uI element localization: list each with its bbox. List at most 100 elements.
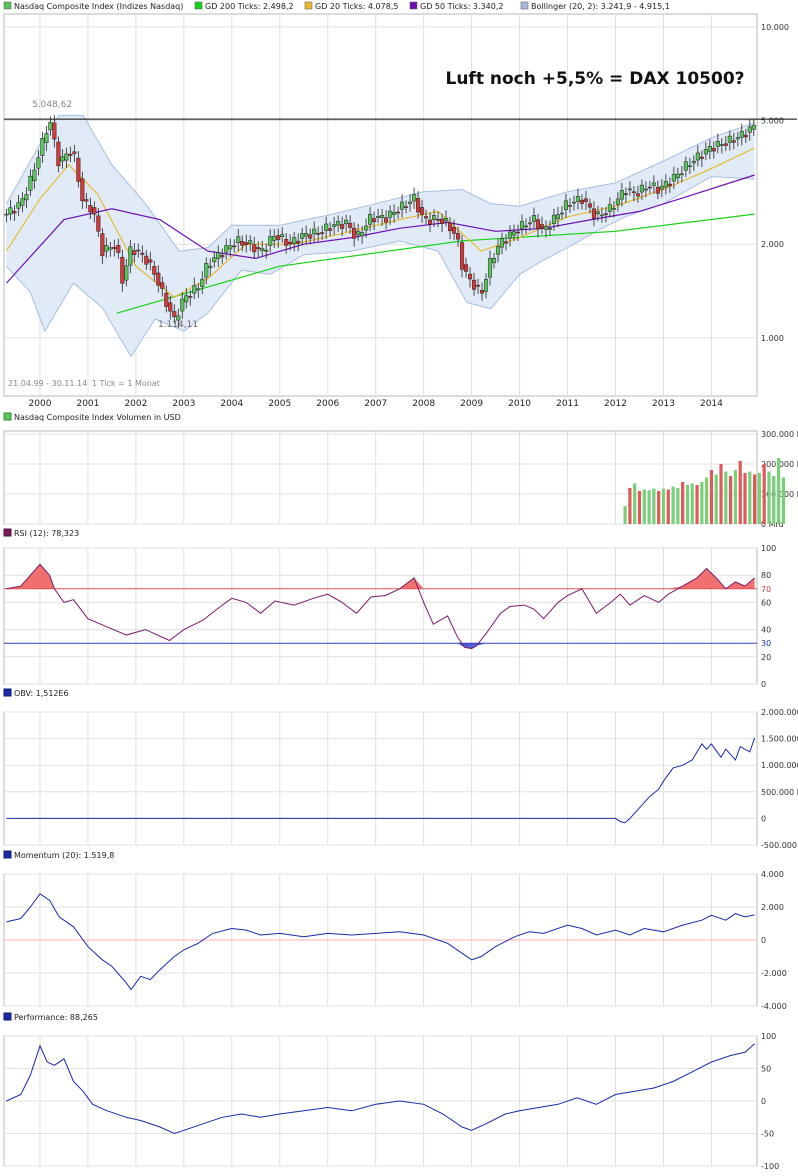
candle-body [72, 151, 77, 154]
candle-body [539, 224, 545, 229]
legend-label: Nasdaq Composite Index (Indizes Nasdaq) [14, 2, 183, 11]
candle-body [571, 201, 576, 204]
candle-body [312, 228, 317, 235]
candle-body [727, 135, 732, 143]
candle-body [128, 246, 133, 266]
candle-body [200, 278, 205, 287]
candle-body [559, 212, 565, 215]
candle-body [296, 240, 301, 244]
candle-body [172, 311, 177, 318]
y-tick-label: 70 [761, 585, 771, 594]
candle-body [76, 157, 81, 182]
y-tick-label: 0 [761, 814, 766, 823]
volume-title-text: Nasdaq Composite Index Volumen in USD [14, 413, 181, 422]
legend-swatch [194, 1, 203, 10]
candle-body [675, 173, 680, 179]
candle-body [344, 219, 349, 225]
candle-body [264, 249, 269, 252]
candle-body [647, 186, 652, 189]
y-tick-label: 5.000 [761, 116, 784, 125]
candle-body [707, 146, 712, 152]
candle-body [216, 252, 221, 259]
momentum-title: Momentum (20): 1.519,8 [3, 850, 114, 860]
candle-body [220, 255, 225, 258]
volume-bar [709, 470, 714, 524]
candle-body [567, 205, 572, 207]
candle-body [651, 182, 656, 186]
candle-body [276, 235, 281, 240]
y-tick-label: 100 [761, 1032, 776, 1041]
x-tick-label: 2002 [124, 399, 147, 409]
volume-bar [657, 491, 661, 524]
candle-body [144, 255, 149, 265]
candle-body [615, 198, 620, 205]
momentum-title-text: Momentum (20): 1.519,8 [14, 851, 114, 860]
x-tick-label: 2008 [412, 399, 435, 409]
volume-bar [781, 477, 785, 524]
candle-body [16, 202, 21, 209]
volume-bar [652, 488, 656, 524]
candle-body [260, 248, 265, 251]
candle-body [380, 215, 385, 218]
candle-body [404, 206, 409, 208]
candle-body [471, 279, 477, 290]
candle-body [479, 290, 485, 294]
candle-body [424, 216, 429, 219]
candle-body [376, 216, 381, 218]
candle-body [224, 245, 229, 253]
y-tick-label: 2.000.000 M [761, 708, 798, 717]
candle-body [743, 134, 748, 138]
candle-body [551, 214, 557, 224]
main-legend: Nasdaq Composite Index (Indizes Nasdaq) G… [3, 1, 670, 11]
y-tick-label: 500.000 M [761, 788, 798, 797]
candle-body [40, 138, 45, 156]
candle-body [124, 265, 129, 281]
candle-body [232, 245, 237, 248]
candle-body [280, 234, 285, 237]
y-tick-label: 60 [761, 598, 771, 607]
performance-title-text: Performance: 88,265 [14, 1013, 98, 1022]
candle-body [288, 241, 293, 245]
candle-body [108, 247, 113, 250]
candle-body [436, 219, 441, 221]
y-tick-label: 80 [761, 571, 771, 580]
candle-body [112, 247, 117, 249]
volume-bar [762, 464, 766, 524]
candle-body [443, 217, 449, 222]
candle-body [140, 252, 145, 255]
volume-bar [705, 477, 709, 524]
candle-body [519, 221, 525, 230]
legend-swatch [409, 1, 418, 10]
y-tick-label: 0 [761, 936, 766, 945]
candle-body [184, 295, 189, 303]
y-tick-label: 0 [761, 680, 766, 689]
high-label: 5.048,62 [32, 100, 72, 110]
candle-body [28, 176, 33, 191]
candle-body [324, 223, 329, 231]
candle-body [268, 236, 273, 246]
volume-bar [671, 486, 675, 524]
candle-body [48, 121, 53, 130]
y-tick-label: 300.000 M [761, 430, 798, 439]
candle-body [515, 231, 521, 234]
y-tick-label: 20 [761, 653, 771, 662]
candle-body [719, 144, 724, 146]
y-tick-label: -2.000 [761, 969, 787, 978]
candle-body [703, 149, 708, 155]
candle-body [44, 133, 49, 144]
candle-body [699, 156, 704, 159]
x-tick-label: 2007 [364, 399, 387, 409]
y-tick-label: 2.000 [761, 903, 784, 912]
candle-body [256, 247, 261, 250]
candle-body [60, 156, 65, 162]
candle-body [563, 200, 569, 211]
legend-label: Bollinger (20, 2): 3.241,9 - 4.915,1 [531, 2, 670, 11]
volume-bar [719, 464, 723, 524]
y-tick-label: -500.000 M [761, 841, 798, 850]
candle-body [440, 218, 445, 224]
x-tick-label: 2013 [652, 399, 675, 409]
candle-body [92, 207, 97, 215]
obv-title-text: OBV: 1,512E6 [14, 689, 69, 698]
candle-body [252, 244, 257, 253]
candle-body [204, 262, 209, 278]
